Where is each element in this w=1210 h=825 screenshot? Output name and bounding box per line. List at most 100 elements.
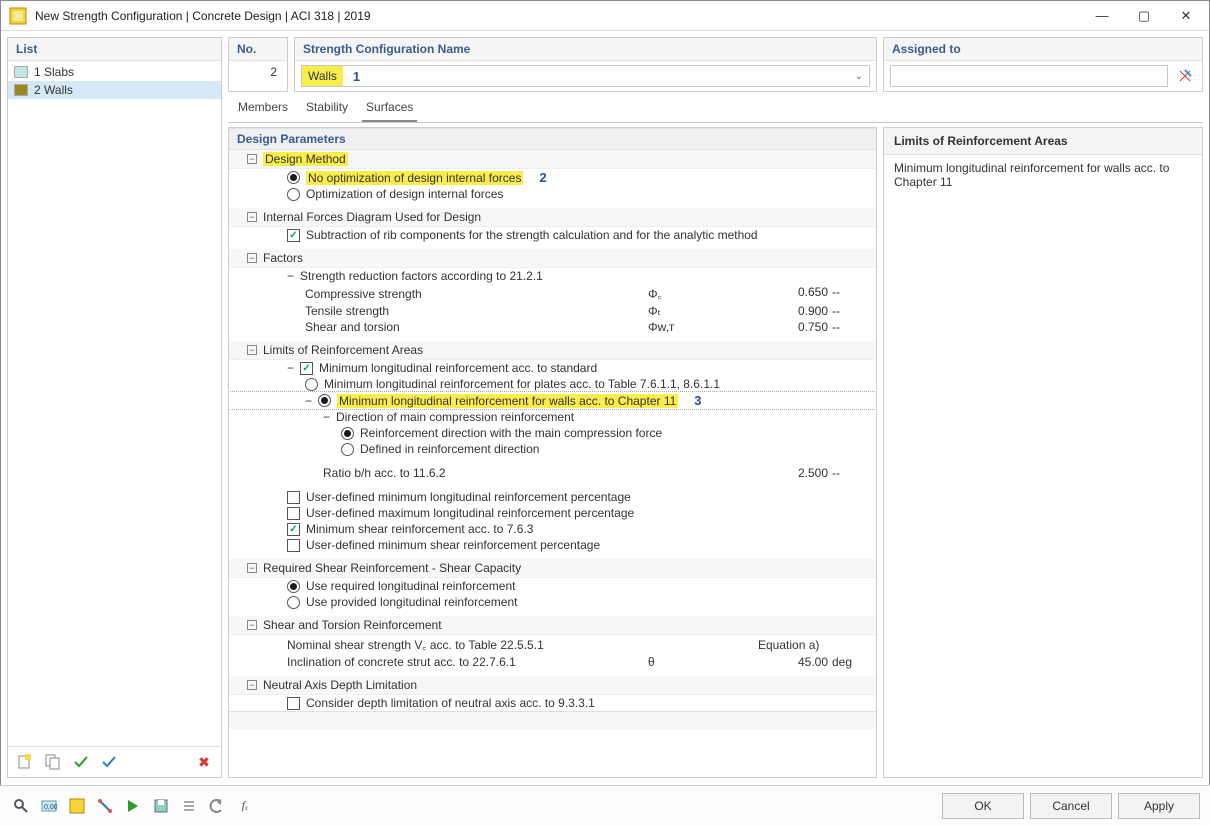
group-internal-forces[interactable]: − Internal Forces Diagram Used for Desig… (229, 208, 876, 227)
list-item-label: 2 Walls (34, 83, 73, 97)
name-input[interactable]: Walls 1 ⌄ (301, 65, 870, 87)
list-item[interactable]: 2 Walls (8, 81, 221, 99)
callout-3: 3 (694, 393, 701, 408)
collapse-icon[interactable]: − (247, 620, 257, 630)
group-label: Required Shear Reinforcement - Shear Cap… (263, 561, 521, 575)
save-icon[interactable] (150, 795, 172, 817)
factor-name: Tensile strength (305, 304, 389, 318)
radio-plates[interactable] (305, 378, 318, 391)
chk-minshear[interactable] (287, 523, 300, 536)
color-icon[interactable] (66, 795, 88, 817)
subgroup[interactable]: − Strength reduction factors according t… (229, 268, 876, 284)
tab-surfaces[interactable]: Surfaces (362, 96, 417, 122)
assigned-header: Assigned to (884, 38, 1202, 61)
radio-row[interactable]: Optimization of design internal forces (229, 186, 876, 202)
list-body: 1 Slabs 2 Walls (8, 61, 221, 746)
titlebar: New Strength Configuration | Concrete De… (1, 1, 1209, 31)
chk-udminshear[interactable] (287, 539, 300, 552)
cancel-button[interactable]: Cancel (1030, 793, 1112, 819)
link-icon[interactable] (94, 795, 116, 817)
radio-row-selected[interactable]: − Minimum longitudinal reinforcement for… (229, 392, 876, 409)
radio-label: Use provided longitudinal reinforcement (306, 595, 517, 609)
subgroup-label: Direction of main compression reinforcem… (336, 410, 574, 424)
radio-dir-a[interactable] (341, 427, 354, 440)
copy-icon[interactable] (42, 751, 64, 773)
assigned-input[interactable] (890, 65, 1168, 87)
minimize-button[interactable]: — (1087, 5, 1117, 27)
collapse-icon[interactable]: − (247, 680, 257, 690)
check-row[interactable]: User-defined maximum longitudinal reinfo… (229, 505, 876, 521)
radio-row[interactable]: Reinforcement direction with the main co… (229, 425, 876, 441)
apply-button[interactable]: Apply (1118, 793, 1200, 819)
radio-row[interactable]: Use required longitudinal reinforcement (229, 578, 876, 594)
factor-sym: Φₜ (648, 304, 758, 318)
group-req-shear[interactable]: − Required Shear Reinforcement - Shear C… (229, 559, 876, 578)
collapse-icon[interactable]: − (247, 345, 257, 355)
tab-members[interactable]: Members (234, 96, 292, 122)
collapse-icon[interactable]: − (287, 361, 294, 375)
subgroup[interactable]: − Direction of main compression reinforc… (229, 409, 876, 425)
radio-row[interactable]: Minimum longitudinal reinforcement for p… (229, 376, 876, 392)
radio-row[interactable]: Defined in reinforcement direction (229, 441, 876, 457)
check-blue-icon[interactable] (98, 751, 120, 773)
ok-button[interactable]: OK (942, 793, 1024, 819)
list-icon[interactable] (178, 795, 200, 817)
collapse-icon[interactable]: − (247, 563, 257, 573)
group-factors[interactable]: − Factors (229, 249, 876, 268)
help-text: Minimum longitudinal reinforcement for w… (884, 155, 1202, 195)
collapse-icon[interactable]: − (247, 253, 257, 263)
radio-opt[interactable] (287, 188, 300, 201)
check-row[interactable]: − Minimum longitudinal reinforcement acc… (229, 360, 876, 376)
maximize-button[interactable]: ▢ (1129, 5, 1159, 27)
factor-row: Shear and torsion Φw,ᴛ 0.750 -- (229, 319, 876, 335)
radio-label: Minimum longitudinal reinforcement for p… (324, 377, 720, 391)
chk-neutral[interactable] (287, 697, 300, 710)
radio-row[interactable]: No optimization of design internal force… (229, 169, 876, 186)
units-icon[interactable]: 0,00 (38, 795, 60, 817)
new-icon[interactable] (14, 751, 36, 773)
chk-udmaxlong[interactable] (287, 507, 300, 520)
chk-udminlong[interactable] (287, 491, 300, 504)
fx-icon[interactable]: fₓ (234, 795, 256, 817)
help-panel: Limits of Reinforcement Areas Minimum lo… (883, 127, 1203, 778)
radio-walls[interactable] (318, 394, 331, 407)
factor-sym: Φ꜀ (648, 285, 758, 302)
radio-use-prov[interactable] (287, 596, 300, 609)
value-name: Nominal shear strength V꜀ acc. to Table … (287, 636, 544, 653)
check-row[interactable]: Minimum shear reinforcement acc. to 7.6.… (229, 521, 876, 537)
undo-icon[interactable] (206, 795, 228, 817)
collapse-icon[interactable]: − (323, 410, 330, 424)
help-header: Limits of Reinforcement Areas (884, 128, 1202, 155)
group-neutral[interactable]: − Neutral Axis Depth Limitation (229, 676, 876, 695)
delete-icon[interactable]: ✖ (193, 751, 215, 773)
chk-subtraction[interactable] (287, 229, 300, 242)
list-item[interactable]: 1 Slabs (8, 63, 221, 81)
value-unit: -- (828, 466, 868, 480)
check-row[interactable]: Consider depth limitation of neutral axi… (229, 695, 876, 711)
check-green-icon[interactable] (70, 751, 92, 773)
check-row[interactable]: User-defined minimum shear reinforcement… (229, 537, 876, 553)
search-icon[interactable] (10, 795, 32, 817)
pick-icon[interactable] (1174, 65, 1196, 87)
radio-use-req[interactable] (287, 580, 300, 593)
radio-no-opt[interactable] (287, 171, 300, 184)
collapse-icon[interactable]: − (305, 394, 312, 408)
collapse-icon[interactable]: − (247, 154, 257, 164)
collapse-icon[interactable]: − (247, 212, 257, 222)
tab-stability[interactable]: Stability (302, 96, 352, 122)
radio-row[interactable]: Use provided longitudinal reinforcement (229, 594, 876, 610)
collapse-icon[interactable]: − (287, 269, 294, 283)
group-shear-torsion[interactable]: − Shear and Torsion Reinforcement (229, 616, 876, 635)
close-button[interactable]: ✕ (1171, 5, 1201, 27)
radio-label: Defined in reinforcement direction (360, 442, 539, 456)
factor-name: Compressive strength (305, 287, 422, 301)
group-design-method[interactable]: − Design Method (229, 150, 876, 169)
radio-dir-b[interactable] (341, 443, 354, 456)
group-limits[interactable]: − Limits of Reinforcement Areas (229, 341, 876, 360)
check-row[interactable]: Subtraction of rib components for the st… (229, 227, 876, 243)
run-icon[interactable] (122, 795, 144, 817)
dropdown-icon[interactable]: ⌄ (855, 71, 863, 82)
chk-minlong[interactable] (300, 362, 313, 375)
factor-unit: -- (828, 285, 868, 302)
check-row[interactable]: User-defined minimum longitudinal reinfo… (229, 489, 876, 505)
